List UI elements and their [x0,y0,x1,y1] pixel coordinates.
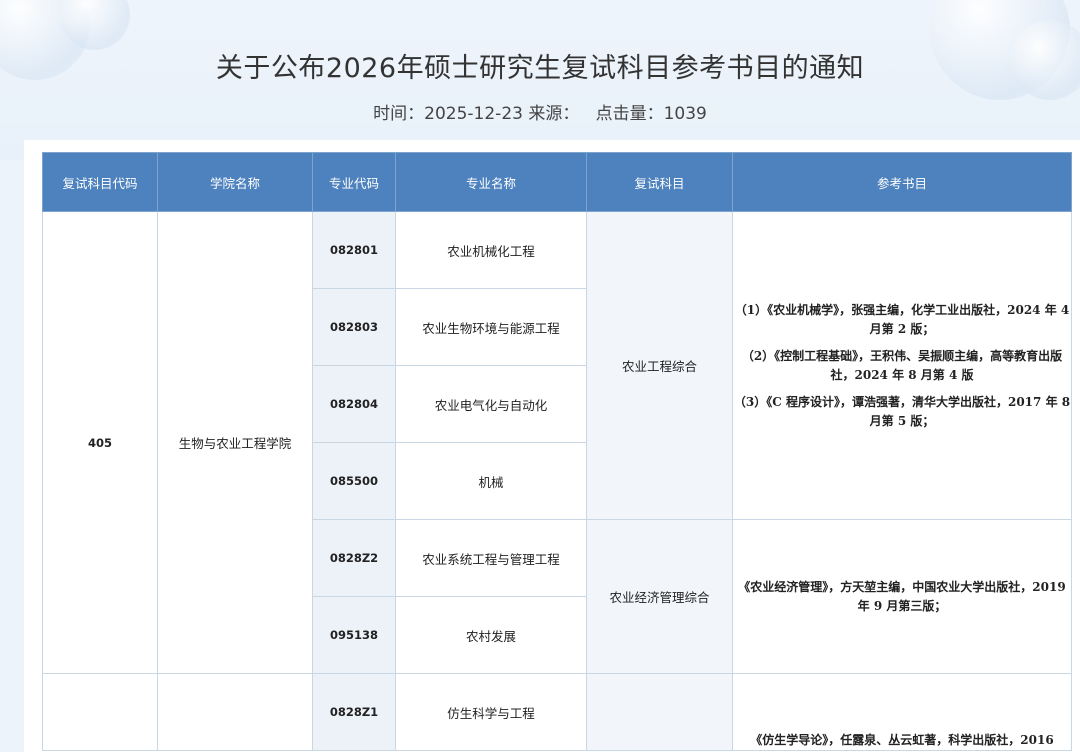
header-major-code: 专业代码 [312,152,396,212]
book-entry: （3）《C 程序设计》，谭浩强著，清华大学出版社，2017 年 8 月第 5 版… [733,394,1071,428]
reference-books-cell: （1）《农业机械学》，张强主编，化学工业出版社，2024 年 4 月第 2 版；… [732,211,1072,520]
major-name-cell: 仿生科学与工程 [395,673,587,751]
book-entry: 《农业经济管理》，方天堃主编，中国农业大学出版社，2019 年 9 月第三版； [738,579,1066,613]
major-code-cell: 082804 [312,365,396,443]
header-retest-subject: 复试科目 [586,152,733,212]
header-reference-books: 参考书目 [732,152,1072,212]
retest-subject-cell [586,673,733,751]
major-code-cell: 085500 [312,442,396,520]
book-entry: 《仿生学导论》，任露泉、丛云虹著，科学出版社，2016 [750,733,1054,747]
major-name-cell: 农业机械化工程 [395,211,587,289]
subject-code-cell: 405 [42,211,158,674]
book-entry: （1）《农业机械学》，张强主编，化学工业出版社，2024 年 4 月第 2 版； [734,302,1070,336]
notice-meta: 时间：2025-12-23 来源： 点击量：1039 [0,99,1080,124]
table-header-row: 复试科目代码 学院名称 专业代码 专业名称 复试科目 参考书目 [42,152,1072,212]
major-code-cell: 082803 [312,288,396,366]
click-count: 1039 [663,104,707,124]
table-row: 0828Z1 仿生科学与工程 《仿生学导论》，任露泉、丛云虹著，科学出版社，20… [42,673,1072,751]
major-name-cell: 农业生物环境与能源工程 [395,288,587,366]
major-code-cell: 095138 [312,596,396,674]
reference-books-cell: 《仿生学导论》，任露泉、丛云虹著，科学出版社，2016 [732,673,1072,751]
college-name-cell: 生物与农业工程学院 [157,211,313,674]
major-code-cell: 0828Z2 [312,519,396,597]
clicks-label: 点击量： [595,104,664,124]
reference-books-cell: 《农业经济管理》，方天堃主编，中国农业大学出版社，2019 年 9 月第三版； [732,519,1072,674]
reference-books-table: 复试科目代码 学院名称 专业代码 专业名称 复试科目 参考书目 405 生物与农… [42,152,1072,751]
header-college-name: 学院名称 [157,152,313,212]
major-name-cell: 机械 [395,442,587,520]
college-name-cell [157,673,313,751]
article-content: 复试科目代码 学院名称 专业代码 专业名称 复试科目 参考书目 405 生物与农… [24,140,1080,752]
retest-subject-cell: 农业工程综合 [586,211,733,520]
subject-code-cell [42,673,158,751]
retest-subject-cell: 农业经济管理综合 [586,519,733,674]
source-label: 来源： [528,104,580,124]
major-code-cell: 0828Z1 [312,673,396,751]
page-title: 关于公布2026年硕士研究生复试科目参考书目的通知 [215,53,865,84]
meta-gap [579,104,595,124]
table-row: 405 生物与农业工程学院 082801 农业机械化工程 农业工程综合 （1）《… [42,211,1072,674]
book-entry: （2）《控制工程基础》，王积伟、吴振顺主编，高等教育出版社，2024 年 8 月… [741,348,1063,382]
time-label: 时间： [373,104,425,124]
publish-date: 2025-12-23 [424,104,523,124]
major-name-cell: 农业电气化与自动化 [395,365,587,443]
header-subject-code: 复试科目代码 [42,152,158,212]
header-major-name: 专业名称 [395,152,587,212]
major-code-cell: 082801 [312,211,396,289]
major-name-cell: 农业系统工程与管理工程 [395,519,587,597]
major-name-cell: 农村发展 [395,596,587,674]
